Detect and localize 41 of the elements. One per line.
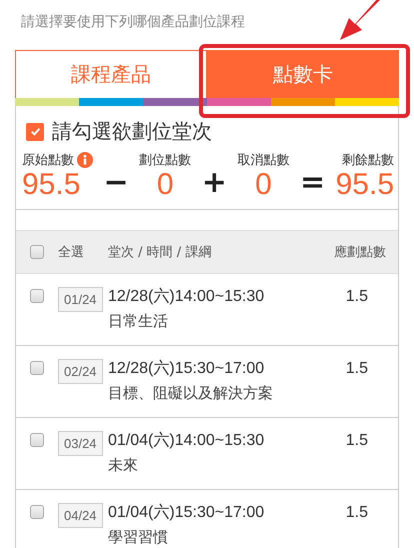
- session-topic: 目標、阻礙以及解決方案: [108, 383, 274, 404]
- points-label: 原始點數: [22, 152, 74, 169]
- info-icon[interactable]: [77, 152, 93, 168]
- operator: +: [202, 167, 227, 201]
- session-topic: 學習習慣: [108, 527, 169, 548]
- instruction-text: 請選擇要使用下列哪個產品劃位課程: [21, 13, 245, 32]
- checkmark-icon: [28, 125, 42, 138]
- tab[interactable]: 點數卡: [207, 50, 399, 98]
- checkbox[interactable]: [30, 505, 44, 519]
- column-header: 堂次 / 時間 / 課綱: [108, 245, 212, 260]
- checkbox[interactable]: [30, 433, 44, 447]
- points-cell: 1.5: [346, 360, 368, 377]
- points-label: 剩餘點數: [342, 152, 394, 169]
- points-value: 95.5: [336, 169, 394, 201]
- session-badge: 02/24: [58, 359, 103, 384]
- session-topic: 日常生活: [108, 311, 169, 332]
- checkbox[interactable]: [30, 289, 44, 303]
- select-all-label: 全選: [58, 245, 84, 260]
- points-value: 0: [156, 169, 174, 201]
- session-badge: 03/24: [58, 431, 103, 456]
- session-badge: 01/24: [58, 287, 103, 312]
- points-value: 95.5: [22, 169, 80, 201]
- checkbox[interactable]: [30, 361, 44, 375]
- points-cell: 1.5: [346, 288, 368, 305]
- column-header: 應劃點數: [334, 245, 386, 260]
- points-cell: 1.5: [346, 504, 368, 521]
- prompt-label: 請勾選欲劃位堂次: [52, 118, 212, 145]
- points-value: 0: [255, 169, 272, 201]
- session-time: 12/28(六)14:00~15:30: [108, 286, 266, 307]
- points-label: 取消點數: [237, 152, 290, 169]
- session-time: 12/28(六)15:30~17:00: [108, 358, 266, 379]
- checkbox[interactable]: [30, 245, 44, 259]
- operator: =: [300, 167, 326, 201]
- session-time: 01/04(六)14:00~15:30: [108, 430, 266, 451]
- operator: −: [104, 167, 129, 201]
- session-topic: 未來: [108, 455, 139, 476]
- session-badge: 04/24: [58, 503, 103, 528]
- points-label: 劃位點數: [139, 152, 192, 169]
- points-cell: 1.5: [346, 432, 368, 449]
- checkbox[interactable]: [26, 122, 44, 140]
- session-time: 01/04(六)15:30~17:00: [108, 502, 266, 523]
